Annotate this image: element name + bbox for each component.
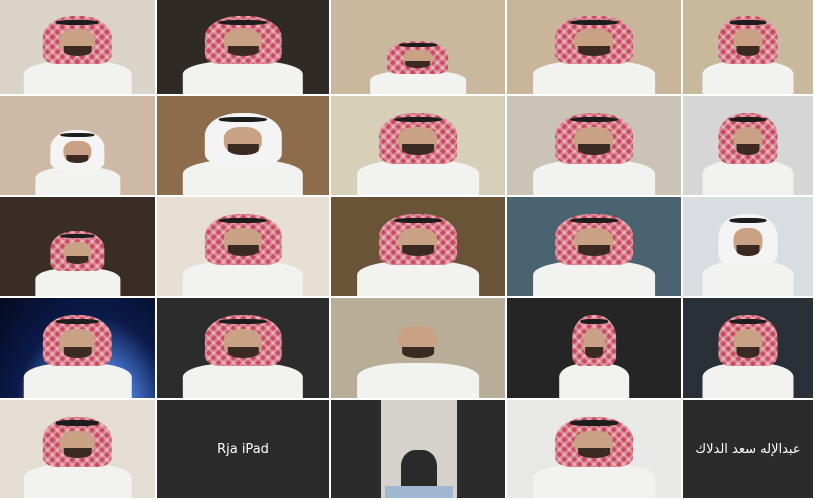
participant-tile[interactable] xyxy=(507,0,683,96)
participant-tile[interactable] xyxy=(683,96,815,197)
participant-video xyxy=(702,108,794,195)
participant-video xyxy=(182,11,304,94)
participant-video xyxy=(702,209,794,296)
participant-tile[interactable] xyxy=(331,96,507,197)
participant-tile[interactable] xyxy=(683,197,815,298)
participant-video xyxy=(370,38,466,94)
participant-tile[interactable] xyxy=(157,0,331,96)
participant-video xyxy=(533,209,655,296)
participant-tile[interactable] xyxy=(0,96,157,197)
participant-tile[interactable] xyxy=(157,197,331,298)
participant-tile[interactable] xyxy=(683,298,815,400)
participant-video xyxy=(533,11,655,94)
participant-tile[interactable] xyxy=(331,0,507,96)
participant-tile[interactable] xyxy=(507,197,683,298)
participant-video xyxy=(34,227,121,296)
participant-tile[interactable] xyxy=(0,400,157,500)
participant-video xyxy=(357,108,479,195)
participant-tile[interactable] xyxy=(0,298,157,400)
participant-tile[interactable] xyxy=(507,400,683,500)
participant-video xyxy=(182,209,304,296)
participant-video xyxy=(182,108,304,195)
participant-tile[interactable] xyxy=(507,298,683,400)
participant-tile-no-video[interactable]: Rja iPad xyxy=(157,400,331,500)
participant-tile[interactable] xyxy=(507,96,683,197)
participant-tile-no-video[interactable]: عبدالإله سعد الدلاك xyxy=(683,400,815,500)
participant-video xyxy=(533,412,655,498)
participant-video xyxy=(702,11,794,94)
participant-video xyxy=(559,310,629,398)
participant-tile[interactable] xyxy=(0,0,157,96)
participant-video xyxy=(182,310,304,398)
participant-tile[interactable] xyxy=(331,400,507,500)
participant-name: Rja iPad xyxy=(217,441,269,457)
participant-video xyxy=(23,11,132,94)
participant-tile[interactable] xyxy=(331,298,507,400)
participant-name: عبدالإله سعد الدلاك xyxy=(695,441,801,457)
participant-tile[interactable] xyxy=(0,197,157,298)
participant-video xyxy=(23,310,132,398)
participant-video xyxy=(381,400,457,498)
participant-video xyxy=(533,108,655,195)
participant-video xyxy=(357,209,479,296)
participant-video xyxy=(34,126,121,195)
participant-video xyxy=(702,310,794,398)
participant-tile[interactable] xyxy=(157,298,331,400)
participant-tile[interactable] xyxy=(331,197,507,298)
participant-video xyxy=(23,412,132,498)
participant-tile[interactable] xyxy=(157,96,331,197)
video-grid: Rja iPad عبدالإله سعد الدلاك xyxy=(0,0,815,500)
participant-tile[interactable] xyxy=(683,0,815,96)
participant-video xyxy=(357,310,479,398)
